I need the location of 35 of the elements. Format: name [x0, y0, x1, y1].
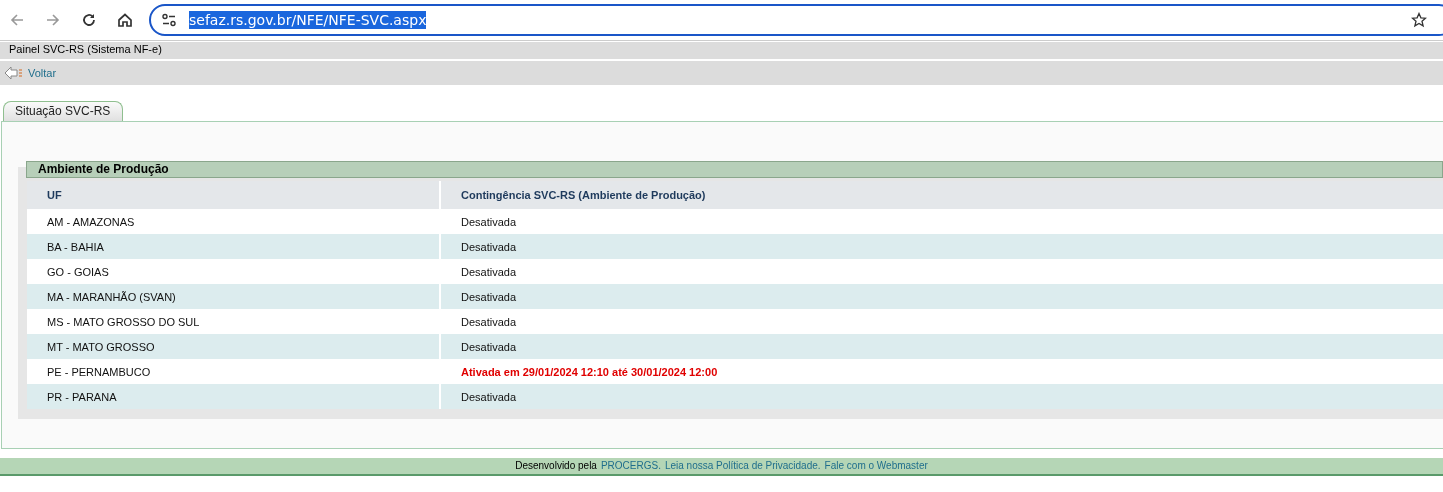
table-cell: MS - MATO GROSSO DO SUL: [27, 309, 440, 334]
status-cell: Desativada: [440, 259, 1443, 284]
status-cell: Desativada: [440, 384, 1443, 409]
table-cell: PE - PERNAMBUCO: [27, 359, 440, 384]
status-cell: Desativada: [440, 209, 1443, 234]
status-cell: Desativada: [440, 309, 1443, 334]
address-bar[interactable]: sefaz.rs.gov.br/NFE/NFE-SVC.aspx: [149, 4, 1443, 36]
status-cell: Desativada: [440, 284, 1443, 309]
footer-text: Desenvolvido pela: [515, 459, 597, 473]
section-header: Ambiente de Produção: [26, 161, 1443, 178]
table-cell: GO - GOIAS: [27, 259, 440, 284]
home-icon[interactable]: [117, 12, 133, 28]
back-link[interactable]: Voltar: [28, 67, 57, 79]
table-cell: PR - PARANA: [27, 384, 440, 409]
table-cell: AM - AMAZONAS: [27, 209, 440, 234]
bookmark-star-icon[interactable]: [1411, 12, 1427, 28]
status-cell: Desativada: [440, 334, 1443, 359]
column-header: UF: [27, 181, 440, 209]
page-title: Painel SVC-RS (Sistema NF-e): [9, 43, 162, 55]
url-text: sefaz.rs.gov.br/NFE/NFE-SVC.aspx: [189, 11, 427, 29]
table-cell: MA - MARANHÃO (SVAN): [27, 284, 440, 309]
forward-icon[interactable]: [45, 12, 61, 28]
table-cell: MT - MATO GROSSO: [27, 334, 440, 359]
table-cell: BA - BAHIA: [27, 234, 440, 259]
footer-link[interactable]: PROCERGS.: [600, 458, 661, 474]
status-cell: Desativada: [440, 234, 1443, 259]
reload-icon[interactable]: [81, 12, 97, 28]
tab[interactable]: Situação SVC-RS: [3, 101, 124, 121]
site-settings-icon[interactable]: [161, 12, 177, 28]
back-arrow-icon: [4, 66, 24, 80]
footer-link[interactable]: Leia nossa Política de Privacidade.: [664, 458, 821, 474]
status-cell: Ativada em 29/01/2024 12:10 até 30/01/2024 12:00: [440, 359, 1443, 384]
column-header: Contingência SVC-RS (Ambiente de Produção): [440, 181, 1443, 209]
footer-link[interactable]: Fale com o Webmaster: [824, 458, 928, 474]
back-icon[interactable]: [9, 12, 25, 28]
